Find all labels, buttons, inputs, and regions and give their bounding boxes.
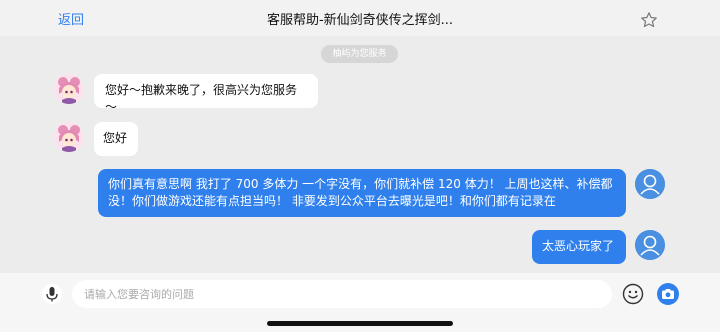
- message-text: 您好～抱歉来晚了，很高兴为您服务～: [105, 83, 298, 114]
- message-text: 您好: [103, 131, 128, 145]
- user-avatar: [635, 169, 665, 199]
- message-text-line: 你们真有意思啊 我打了 700 多体力 一个字没有，你们就补偿 120 体力！ …: [108, 177, 613, 191]
- agent-avatar-image: [54, 122, 84, 152]
- user-message-bubble: 你们真有意思啊 我打了 700 多体力 一个字没有，你们就补偿 120 体力！ …: [98, 169, 626, 217]
- system-notice: 柚屿为您服务: [321, 45, 398, 63]
- agent-avatar: [54, 122, 84, 152]
- emoji-button[interactable]: [622, 283, 644, 305]
- camera-button[interactable]: [657, 283, 679, 305]
- user-avatar-icon: [635, 169, 665, 199]
- star-icon[interactable]: [640, 11, 658, 29]
- message-text-line: 没！你们做游戏还能有点担当吗！ 非要发到公众平台去曝光是吧！和你们都有记录在: [108, 194, 556, 208]
- microphone-icon: [46, 287, 58, 302]
- agent-message-bubble: 您好: [94, 122, 138, 156]
- agent-avatar: [54, 74, 84, 104]
- home-indicator: [267, 321, 453, 326]
- user-message-bubble: 太恶心玩家了: [532, 230, 626, 264]
- agent-message-bubble: 您好～抱歉来晚了，很高兴为您服务～: [94, 74, 318, 114]
- voice-input-button[interactable]: [42, 284, 62, 304]
- page-title: 客服帮助-新仙剑奇侠传之挥剑...: [266, 13, 454, 28]
- message-input[interactable]: [72, 280, 612, 308]
- message-text: 太恶心玩家了: [542, 239, 615, 253]
- user-avatar-icon: [635, 230, 665, 260]
- user-avatar: [635, 230, 665, 260]
- agent-avatar-image: [54, 74, 84, 104]
- camera-icon: [662, 289, 674, 299]
- emoji-icon: [622, 283, 644, 305]
